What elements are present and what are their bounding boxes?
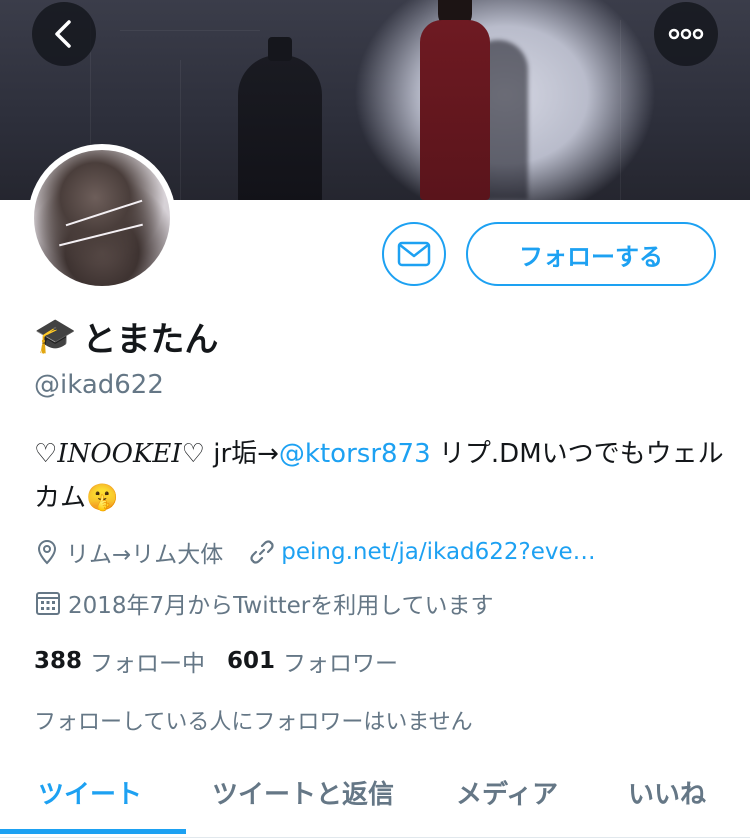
tab-tweets-and-replies[interactable]: ツイートと返信 (212, 774, 394, 811)
tab-tweets[interactable]: ツイート (38, 774, 142, 811)
follow-counts: 388 フォロー中 601 フォロワー (34, 644, 398, 678)
active-tab-indicator (0, 829, 186, 834)
following-count[interactable]: 388 (34, 648, 82, 674)
profile-tabs: ツイート ツイートと返信 メディア いいね (0, 760, 750, 838)
followers-label[interactable]: フォロワー (283, 644, 398, 678)
shushing-face-emoji: 🤫 (86, 483, 119, 513)
tab-media[interactable]: メディア (456, 774, 558, 811)
profile-meta-row: リム→リム大体 peing.net/ja/ikad622?eve… (34, 535, 596, 569)
profile-handle: @ikad622 (34, 370, 164, 400)
follow-button[interactable]: フォローする (466, 222, 716, 286)
profile-name: とまたん (82, 319, 219, 360)
website: peing.net/ja/ikad622?eve… (249, 539, 596, 565)
person-image (420, 20, 490, 200)
calendar-icon (34, 589, 62, 617)
more-options-button[interactable] (654, 2, 718, 66)
location: リム→リム大体 (34, 535, 223, 569)
bio-mention-link[interactable]: @ktorsr873 (279, 439, 431, 469)
followers-count[interactable]: 601 (227, 648, 275, 674)
back-button[interactable] (32, 2, 96, 66)
website-link[interactable]: peing.net/ja/ikad622?eve… (281, 539, 595, 565)
more-horizontal-icon (668, 28, 704, 40)
following-label[interactable]: フォロー中 (90, 644, 205, 678)
direct-message-button[interactable] (382, 222, 446, 286)
profile-bio: ♡INOOKEI♡ jr垢→@ktorsr873 リプ.DMいつでもウェルカム🤫 (34, 439, 724, 513)
location-pin-icon (34, 539, 60, 565)
mannequin-image (238, 37, 322, 200)
link-icon (249, 539, 275, 565)
profile-avatar[interactable] (28, 144, 176, 292)
profile-name-row: 🎓 とまたん (34, 312, 218, 360)
graduation-cap-icon: 🎓 (34, 316, 77, 356)
avatar-image (34, 150, 170, 286)
chevron-left-icon (55, 20, 71, 48)
followers-you-know-text: フォローしている人にフォロワーはいません (34, 710, 473, 735)
joined-date: 2018年7月からTwitterを利用しています (34, 586, 494, 620)
tab-likes[interactable]: いいね (628, 774, 706, 811)
envelope-icon (397, 241, 431, 267)
